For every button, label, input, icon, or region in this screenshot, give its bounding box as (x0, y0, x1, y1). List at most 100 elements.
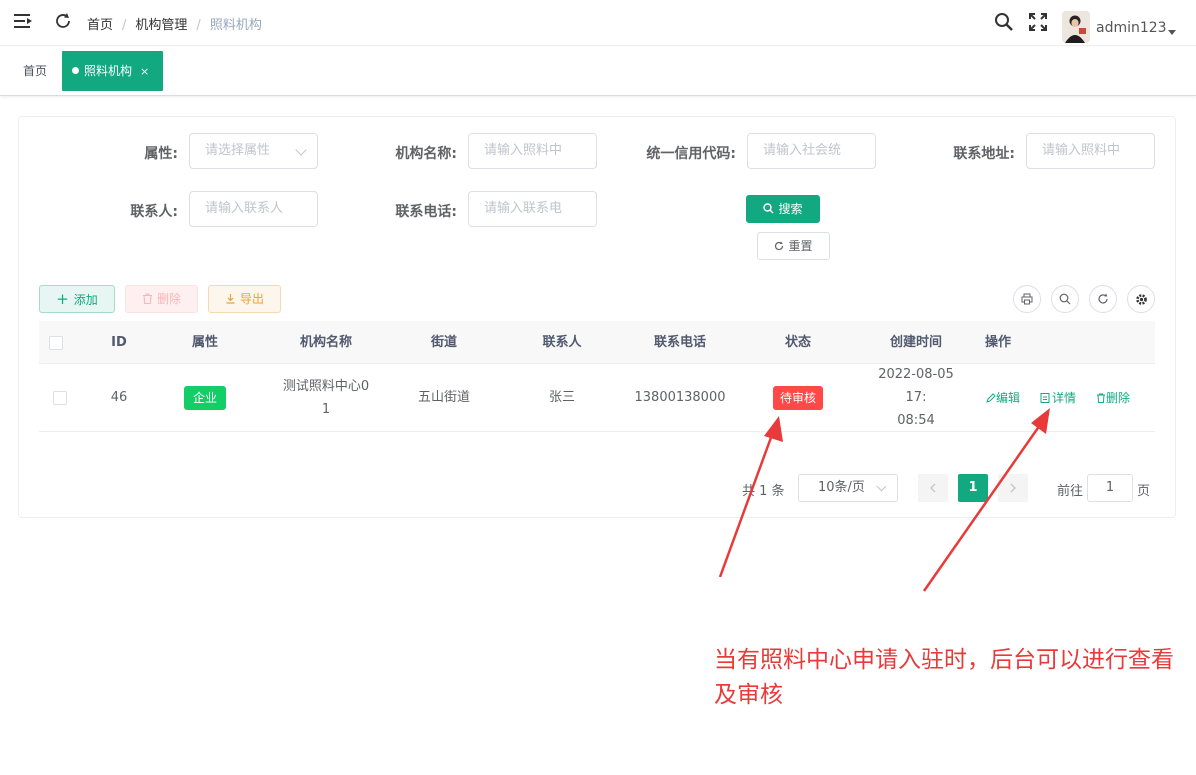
add-button[interactable]: + 添加 (39, 285, 115, 313)
chevron-down-icon (876, 481, 887, 492)
search-button-label: 搜索 (778, 202, 803, 216)
tag-active-care-org[interactable]: 照料机构 × (62, 51, 163, 91)
org-name-line1: 测试照料中心0 (282, 378, 370, 394)
detail-action[interactable]: 详情 (1040, 389, 1086, 406)
page-unit-label: 页 (1137, 484, 1151, 499)
phone-label: 联系电话: (395, 204, 457, 220)
breadcrumb-org-management[interactable]: 机构管理 (135, 18, 187, 33)
chevron-left-icon (930, 483, 936, 493)
avatar[interactable] (1062, 11, 1090, 43)
chevron-down-icon (295, 144, 307, 156)
page-size-select[interactable]: 10条/页 (798, 474, 898, 502)
contact-label: 联系人: (130, 204, 178, 220)
active-dot-icon (72, 67, 79, 74)
search-icon (763, 203, 774, 214)
fullscreen-icon[interactable] (1029, 13, 1047, 31)
tag-close-icon[interactable]: × (140, 65, 149, 78)
breadcrumb-separator: / (122, 18, 127, 33)
cell-street: 五山街道 (417, 390, 470, 405)
address-input[interactable]: 请输入照料中 (1026, 133, 1155, 169)
plus-icon: + (56, 290, 69, 308)
created-line2: 08:54 (897, 413, 935, 428)
phone-input[interactable]: 请输入联系电 (468, 191, 597, 227)
search-icon[interactable] (994, 12, 1014, 32)
table-header: ID 属性 机构名称 街道 联系人 联系电话 状态 创建时间 操作 (39, 321, 1155, 364)
print-button[interactable] (1013, 285, 1041, 313)
export-button[interactable]: 导出 (208, 285, 281, 313)
username[interactable]: admin123 (1096, 20, 1167, 36)
tag-home[interactable]: 首页 (13, 51, 57, 91)
col-actions: 操作 (984, 335, 1011, 350)
pagination-total: 共 1 条 (742, 484, 785, 499)
address-placeholder: 请输入照料中 (1042, 143, 1121, 158)
cell-phone: 13800138000 (634, 390, 726, 405)
col-status: 状态 (784, 335, 811, 350)
cell-attr: 企业 (165, 364, 245, 431)
export-button-label: 导出 (239, 292, 264, 306)
printer-icon (1021, 293, 1033, 305)
refresh-table-button[interactable] (1089, 285, 1117, 313)
prev-page-button[interactable] (918, 474, 948, 502)
refresh-icon[interactable] (54, 12, 72, 30)
row-checkbox-cell[interactable] (53, 364, 67, 431)
edit-action[interactable]: 编辑 (986, 389, 1030, 406)
org-name-line2: 1 (321, 401, 331, 417)
cell-org-name: 测试照料中心0 1 (266, 364, 386, 431)
credit-code-input[interactable]: 请输入社会统 (747, 133, 876, 169)
detail-action-label: 详情 (1052, 391, 1077, 405)
gear-icon (1135, 293, 1147, 305)
page-size-label: 10条/页 (818, 480, 865, 495)
trash-icon (142, 293, 152, 305)
goto-label: 前往 (1057, 484, 1084, 499)
delete-action-label: 删除 (1106, 391, 1131, 405)
goto-page-input[interactable]: 1 (1087, 474, 1133, 502)
next-page-button[interactable] (998, 474, 1028, 502)
col-id: ID (111, 335, 127, 350)
col-phone: 联系电话 (653, 335, 706, 350)
org-name-input[interactable]: 请输入照料中 (468, 133, 597, 169)
reset-button[interactable]: 重置 (757, 232, 830, 260)
checkbox[interactable] (49, 335, 63, 350)
delete-action[interactable]: 删除 (1096, 389, 1140, 406)
search-button[interactable]: 搜索 (746, 195, 820, 223)
col-attr: 属性 (191, 335, 218, 350)
download-icon (226, 294, 235, 304)
select-all-checkbox[interactable] (49, 321, 63, 364)
cell-created: 2022-08-05 17: 08:54 (866, 364, 966, 431)
org-name-label: 机构名称: (395, 146, 457, 162)
tag-active-label: 照料机构 (84, 64, 133, 78)
cell-contact: 张三 (548, 390, 575, 405)
refresh-icon (775, 241, 784, 251)
org-name-placeholder: 请输入照料中 (484, 143, 563, 158)
edit-action-label: 编辑 (996, 391, 1021, 405)
delete-button[interactable]: 删除 (125, 285, 198, 313)
credit-code-placeholder: 请输入社会统 (763, 143, 842, 158)
attr-select[interactable]: 请选择属性 (189, 133, 318, 169)
page-number-current[interactable]: 1 (958, 474, 988, 502)
cell-id: 46 (110, 390, 128, 405)
menu-toggle-icon[interactable] (14, 13, 32, 29)
cell-status: 待审核 (758, 364, 838, 431)
top-navbar: 首页 / 机构管理 / 照料机构 admin123 (0, 0, 1196, 46)
attr-badge: 企业 (183, 385, 226, 410)
user-dropdown-caret-icon[interactable] (1168, 30, 1176, 35)
column-settings-button[interactable] (1127, 285, 1155, 313)
phone-placeholder: 请输入联系电 (484, 201, 563, 216)
col-contact: 联系人 (542, 335, 582, 350)
table-row: 46 企业 测试照料中心0 1 五山街道 张三 13800138000 待审核 2… (39, 364, 1155, 432)
add-button-label: 添加 (73, 293, 98, 307)
contact-input[interactable]: 请输入联系人 (189, 191, 318, 227)
breadcrumb-home[interactable]: 首页 (87, 18, 113, 33)
toggle-search-button[interactable] (1051, 285, 1079, 313)
col-created: 创建时间 (889, 335, 942, 350)
edit-icon (986, 393, 996, 403)
checkbox[interactable] (53, 390, 67, 405)
status-badge: 待审核 (772, 385, 823, 410)
breadcrumb-current: 照料机构 (209, 18, 262, 33)
chevron-right-icon (1010, 483, 1016, 493)
contact-placeholder: 请输入联系人 (205, 201, 284, 216)
tags-view-bar: 首页 照料机构 × (0, 47, 1196, 96)
content-card (18, 116, 1176, 518)
breadcrumb: 首页 / 机构管理 / 照料机构 (87, 14, 262, 33)
attr-label: 属性: (144, 146, 178, 162)
